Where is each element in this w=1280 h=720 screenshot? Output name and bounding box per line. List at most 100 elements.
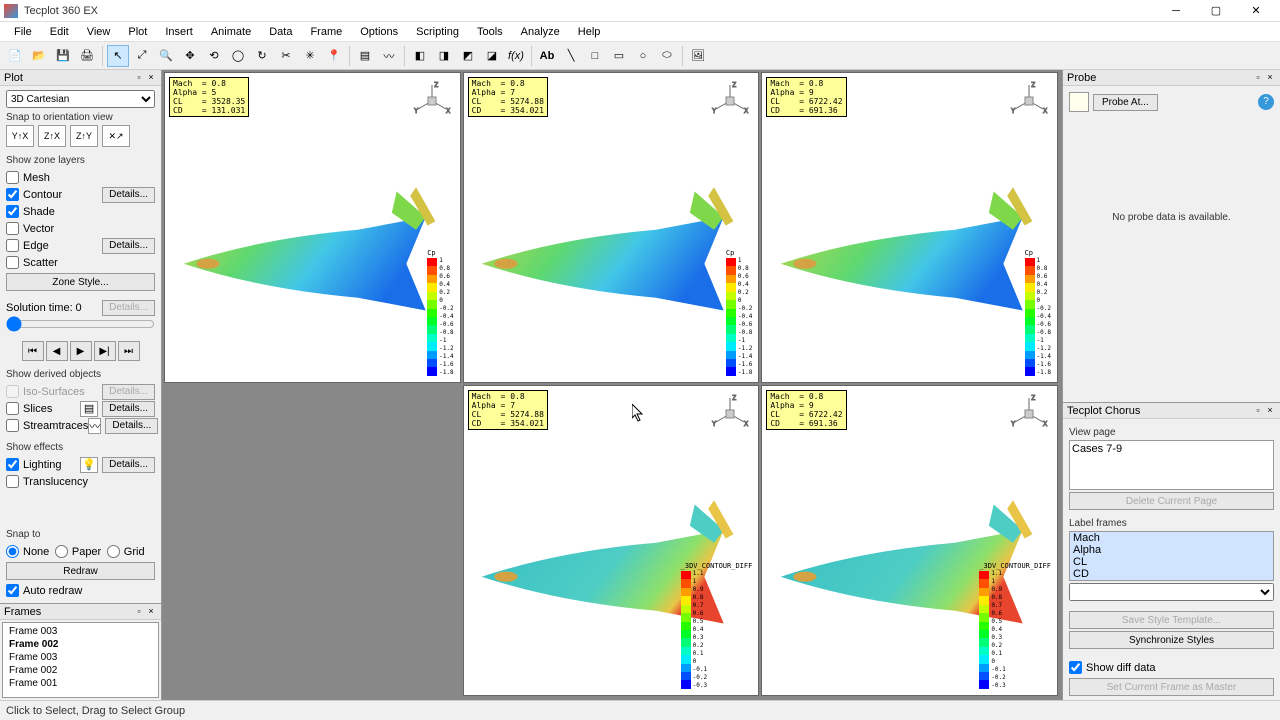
frame-item[interactable]: Frame 003	[7, 651, 154, 664]
minimize-button[interactable]: ─	[1156, 1, 1196, 21]
group3-icon[interactable]: ◩	[457, 45, 479, 67]
play-button[interactable]: ▶	[70, 341, 92, 361]
ellipse-icon[interactable]: ⬭	[656, 45, 678, 67]
contour-details-button[interactable]: Details...	[102, 187, 155, 203]
skip-end-button[interactable]: ⏭	[118, 341, 140, 361]
label-item[interactable]: Alpha	[1070, 544, 1273, 556]
snap-paper-radio[interactable]	[55, 545, 68, 558]
orient-yx-button[interactable]: Y↑X	[6, 125, 34, 147]
zone-style-button[interactable]: Zone Style...	[6, 273, 155, 291]
contour-edit-icon[interactable]: ▤	[354, 45, 376, 67]
orient-zx-button[interactable]: Z↑X	[38, 125, 66, 147]
text-icon[interactable]: Ab	[536, 45, 558, 67]
label-item[interactable]: CL	[1070, 556, 1273, 568]
close-panel-icon[interactable]: ×	[145, 72, 157, 84]
probe-close-icon[interactable]: ×	[1264, 72, 1276, 84]
label-frames-select[interactable]	[1069, 583, 1274, 601]
maximize-button[interactable]: ▢	[1196, 1, 1236, 21]
chorus-close-icon[interactable]: ×	[1264, 405, 1276, 417]
menu-scripting[interactable]: Scripting	[408, 24, 467, 40]
skip-start-button[interactable]: ⏮	[22, 341, 44, 361]
snap-none-radio[interactable]	[6, 545, 19, 558]
square-icon[interactable]: □	[584, 45, 606, 67]
step-back-button[interactable]: ◀	[46, 341, 68, 361]
label-frames-list[interactable]: MachAlphaCLCD	[1069, 531, 1274, 581]
lighting-tool-icon[interactable]: 💡	[80, 457, 98, 473]
pin-icon[interactable]: ▫	[133, 72, 145, 84]
probe-pin-icon[interactable]: ▫	[1252, 72, 1264, 84]
slices-details-button[interactable]: Details...	[102, 401, 155, 417]
probe-icon[interactable]: 📍	[323, 45, 345, 67]
sync-styles-button[interactable]: Synchronize Styles	[1069, 631, 1274, 649]
line-path-icon[interactable]: 〰	[378, 45, 400, 67]
probe-at-button[interactable]: Probe At...	[1093, 94, 1158, 111]
label-item[interactable]: CD	[1070, 568, 1273, 580]
advance-icon[interactable]: ✳	[299, 45, 321, 67]
mesh-checkbox[interactable]	[6, 171, 19, 184]
edge-checkbox[interactable]	[6, 239, 19, 252]
slice-icon[interactable]: ✂	[275, 45, 297, 67]
viewport-frame[interactable]: Mach = 0.8 Alpha = 5 CL = 3528.35 CD = 1…	[164, 72, 461, 383]
frame-item[interactable]: Frame 001	[7, 677, 154, 690]
rotate-icon[interactable]: ⟲	[203, 45, 225, 67]
select-icon[interactable]: ↖	[107, 45, 129, 67]
print-icon[interactable]: 🖨	[76, 45, 98, 67]
circle-icon[interactable]: ○	[632, 45, 654, 67]
viewport-frame[interactable]: Mach = 0.8 Alpha = 9 CL = 6722.42 CD = 6…	[761, 72, 1058, 383]
help-icon[interactable]: ?	[1258, 94, 1274, 110]
group4-icon[interactable]: ◪	[481, 45, 503, 67]
new-icon[interactable]: 📄	[4, 45, 26, 67]
frame-item[interactable]: Frame 002	[7, 638, 154, 651]
twist-icon[interactable]: ↻	[251, 45, 273, 67]
vector-checkbox[interactable]	[6, 222, 19, 235]
menu-tools[interactable]: Tools	[469, 24, 511, 40]
rollerball-icon[interactable]: ◯	[227, 45, 249, 67]
plot-type-select[interactable]: 3D Cartesian	[6, 90, 155, 108]
zoom-icon[interactable]: 🔍	[155, 45, 177, 67]
group2-icon[interactable]: ◨	[433, 45, 455, 67]
menu-data[interactable]: Data	[261, 24, 300, 40]
edge-details-button[interactable]: Details...	[102, 238, 155, 254]
viewport-frame[interactable]: Mach = 0.8 Alpha = 7 CL = 5274.88 CD = 3…	[463, 385, 760, 696]
orient-iso-button[interactable]: ✕↗	[102, 125, 130, 147]
frames-pin-icon[interactable]: ▫	[133, 606, 145, 618]
lighting-checkbox[interactable]	[6, 458, 19, 471]
adjust-icon[interactable]: ⤢	[131, 45, 153, 67]
redraw-button[interactable]: Redraw	[6, 562, 155, 580]
menu-edit[interactable]: Edit	[42, 24, 77, 40]
show-diff-checkbox[interactable]	[1069, 661, 1082, 674]
shade-checkbox[interactable]	[6, 205, 19, 218]
probe-tool-icon[interactable]	[1069, 92, 1089, 112]
stream-details-button[interactable]: Details...	[105, 418, 158, 434]
menu-insert[interactable]: Insert	[157, 24, 201, 40]
stream-tool-icon[interactable]: 〰	[88, 418, 101, 434]
view-page-box[interactable]: Cases 7-9	[1069, 440, 1274, 490]
fx-icon[interactable]: f(x)	[505, 45, 527, 67]
chorus-pin-icon[interactable]: ▫	[1252, 405, 1264, 417]
image-icon[interactable]: 🖼	[687, 45, 709, 67]
label-item[interactable]: Mach	[1070, 532, 1273, 544]
menu-analyze[interactable]: Analyze	[513, 24, 568, 40]
contour-checkbox[interactable]	[6, 188, 19, 201]
lighting-details-button[interactable]: Details...	[102, 457, 155, 473]
step-fwd-button[interactable]: ▶|	[94, 341, 116, 361]
stream-checkbox[interactable]	[6, 419, 19, 432]
scatter-checkbox[interactable]	[6, 256, 19, 269]
auto-redraw-checkbox[interactable]	[6, 584, 19, 597]
viewport-frame[interactable]: Mach = 0.8 Alpha = 7 CL = 5274.88 CD = 3…	[463, 72, 760, 383]
rect-icon[interactable]: ▭	[608, 45, 630, 67]
save-icon[interactable]: 💾	[52, 45, 74, 67]
frames-close-icon[interactable]: ×	[145, 606, 157, 618]
menu-animate[interactable]: Animate	[203, 24, 259, 40]
viewport-frame[interactable]	[164, 385, 461, 696]
orient-zy-button[interactable]: Z↑Y	[70, 125, 98, 147]
menu-options[interactable]: Options	[352, 24, 406, 40]
frames-list[interactable]: Frame 003Frame 002Frame 003Frame 002Fram…	[2, 622, 159, 698]
open-icon[interactable]: 📂	[28, 45, 50, 67]
menu-plot[interactable]: Plot	[120, 24, 155, 40]
menu-file[interactable]: File	[6, 24, 40, 40]
close-button[interactable]: ✕	[1236, 1, 1276, 21]
slices-tool-icon[interactable]: ▤	[80, 401, 98, 417]
slices-checkbox[interactable]	[6, 402, 19, 415]
frame-item[interactable]: Frame 002	[7, 664, 154, 677]
